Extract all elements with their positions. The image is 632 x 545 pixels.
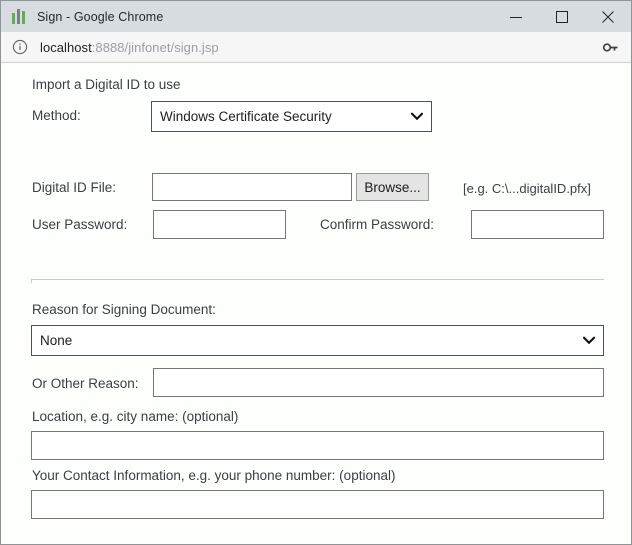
url-host: localhost (40, 39, 92, 55)
bar-chart-icon (12, 8, 28, 25)
url-text[interactable]: localhost:8888/jinfonet/sign.jsp (40, 40, 219, 55)
other-reason-label: Or Other Reason: (32, 376, 139, 391)
info-circle-icon[interactable] (12, 39, 28, 55)
address-bar[interactable]: localhost:8888/jinfonet/sign.jsp (1, 32, 631, 63)
method-label: Method: (32, 108, 81, 123)
reason-select-wrapper: None (31, 325, 604, 356)
window-controls (493, 1, 631, 32)
window-title: Sign - Google Chrome (37, 9, 164, 24)
section-divider (31, 279, 604, 283)
location-label: Location, e.g. city name: (optional) (32, 409, 239, 424)
user-password-input[interactable] (153, 210, 286, 239)
contact-label: Your Contact Information, e.g. your phon… (32, 468, 396, 483)
import-section-heading: Import a Digital ID to use (32, 77, 181, 92)
close-icon[interactable] (585, 1, 631, 32)
url-path: :8888/jinfonet/sign.jsp (91, 39, 219, 55)
confirm-password-input[interactable] (471, 210, 604, 239)
digital-id-file-input[interactable] (152, 173, 352, 201)
browser-window: Sign - Google Chrome localhost:8888/jinf… (0, 0, 632, 545)
digital-id-file-label: Digital ID File: (32, 180, 117, 195)
location-input[interactable] (31, 431, 604, 460)
browse-button[interactable]: Browse... (356, 173, 429, 201)
method-select-wrapper: Windows Certificate Security (151, 101, 432, 132)
other-reason-input[interactable] (153, 368, 604, 397)
user-password-label: User Password: (32, 217, 128, 232)
key-icon[interactable] (602, 39, 619, 56)
sign-form-page: Import a Digital ID to use Method: Windo… (1, 63, 631, 544)
maximize-icon[interactable] (539, 1, 585, 32)
title-bar: Sign - Google Chrome (1, 1, 631, 32)
digital-id-file-hint: [e.g. C:\...digitalID.pfx] (463, 181, 591, 196)
contact-input[interactable] (31, 490, 604, 519)
reason-label: Reason for Signing Document: (32, 302, 216, 317)
method-select[interactable]: Windows Certificate Security (151, 101, 432, 132)
minimize-icon[interactable] (493, 1, 539, 32)
reason-select[interactable]: None (31, 325, 604, 356)
confirm-password-label: Confirm Password: (320, 217, 435, 232)
